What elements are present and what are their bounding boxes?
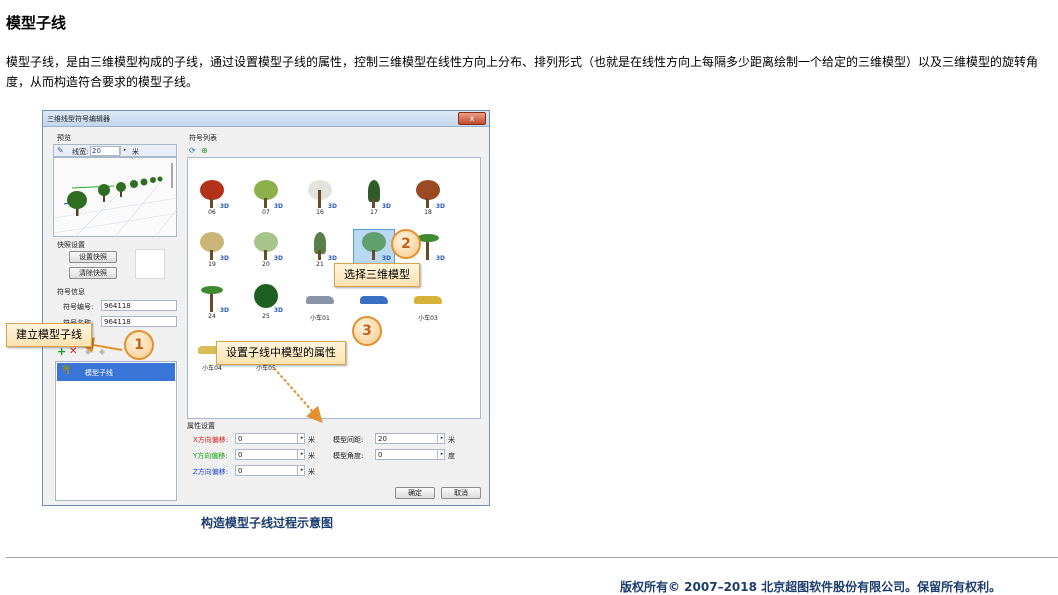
z-offset-label: Z方向偏移: [193,468,229,476]
move-up-icon[interactable]: ◆ [85,347,91,356]
callout-1-label: 建立模型子线 [6,323,92,347]
move-down-icon[interactable]: ◆ [99,347,105,356]
z-offset-input[interactable]: 0 [235,465,305,476]
linewidth-unit: 米 [132,148,139,156]
symbol-19[interactable]: 3D 19 [192,232,232,268]
list-item[interactable]: 🌴 模型子线 [57,363,175,381]
symbol-18[interactable]: 3D 18 [408,180,448,216]
x-offset-spin[interactable]: ▸ [297,434,306,443]
y-offset-spin[interactable]: ▸ [297,450,306,459]
delete-icon[interactable]: ✕ [69,346,77,357]
properties-header: 属性设置 [187,422,215,430]
y-offset-unit: 米 [308,452,315,460]
symbol-06[interactable]: 3D 06 [192,180,232,216]
x-offset-input[interactable]: 0 [235,433,305,444]
cancel-button[interactable]: 取消 [441,487,481,499]
angle-label: 模型角度: [333,452,364,460]
window-title: 三维线型符号编辑器 [47,115,110,123]
x-offset-label: X方向偏移: [193,436,229,444]
callout-3-label: 设置子线中模型的属性 [216,341,346,365]
copyright-footer: 版权所有© 2007–2018 北京超图软件股份有限公司。保留所有权利。 [620,580,1002,594]
symbol-24[interactable]: 3D 24 [192,284,232,320]
clear-snapshot-button[interactable]: 清除快照 [69,267,117,279]
callout-3-number: 3 [352,316,382,346]
y-offset-label: Y方向偏移: [193,452,228,460]
symbol-17[interactable]: 3D 17 [354,180,394,216]
subline-toolbar: + ✕ ◆ ◆ [55,345,135,359]
snapshot-preview [135,249,165,279]
symbol-name-input[interactable]: 964118 [101,316,177,327]
z-offset-unit: 米 [308,468,315,476]
add-symbol-icon[interactable]: ⊕ [201,146,208,155]
callout-1-number: 1 [124,330,154,360]
symbol-editor-window: 三维线型符号编辑器 x 预览 ✎ 线宽: 20 ▸ 米 快照设置 设置快照 清除… [42,110,490,506]
symbol-list-header: 符号列表 [189,134,217,142]
symbol-info-header: 符号信息 [57,288,85,296]
callout-2-number: 2 [391,229,421,259]
z-offset-spin[interactable]: ▸ [297,466,306,475]
linewidth-label: 线宽: [72,148,89,156]
refresh-icon[interactable]: ⟳ [189,146,196,155]
subline-list[interactable]: 🌴 模型子线 [55,361,177,501]
spacing-label: 模型间距: [333,436,364,444]
brush-icon[interactable]: ✎ [57,146,64,155]
close-button[interactable]: x [458,112,486,125]
model-subline-icon: 🌴 [61,365,73,375]
intro-paragraph: 模型子线，是由三维模型构成的子线，通过设置模型子线的属性，控制三维模型在线性方向… [6,55,1039,89]
angle-unit: 度 [448,452,455,460]
spacing-spin[interactable]: ▸ [437,434,446,443]
symbol-car02[interactable] [354,284,394,312]
y-offset-input[interactable]: 0 [235,449,305,460]
close-icon: x [469,114,475,123]
symbol-car01[interactable]: 小车01 [300,284,340,322]
preview-header: 预览 [57,134,71,142]
linewidth-spin[interactable]: ▸ [120,146,129,155]
callout-2-label: 选择三维模型 [334,263,420,287]
preview-view[interactable] [53,157,179,239]
linewidth-input[interactable]: 20 [90,146,120,156]
symbol-25[interactable]: 3D 25 [246,284,286,320]
angle-input[interactable]: 0 [375,449,445,460]
subline-item-label: 模型子线 [85,369,113,377]
x-offset-unit: 米 [308,436,315,444]
symbol-grid[interactable]: 3D 06 3D 07 3D 16 3D 17 3D 18 3D 19 3D 20 3D 21 … [187,157,481,419]
spacing-unit: 米 [448,436,455,444]
symbol-07[interactable]: 3D 07 [246,180,286,216]
window-titlebar: 三维线型符号编辑器 x [43,111,489,127]
set-snapshot-button[interactable]: 设置快照 [69,251,117,263]
angle-spin[interactable]: ▸ [437,450,446,459]
page-title: 模型子线 [6,14,67,32]
symbol-20[interactable]: 3D 20 [246,232,286,268]
figure-caption: 构造模型子线过程示意图 [200,516,333,530]
symbol-car03[interactable]: 小车03 [408,284,448,322]
snapshot-header: 快照设置 [57,241,85,249]
spacing-input[interactable]: 20 [375,433,445,444]
symbol-id-input[interactable]: 964118 [101,300,177,311]
symbol-id-label: 符号编号: [63,303,94,311]
preview-scene [53,163,179,239]
ok-button[interactable]: 确定 [395,487,435,499]
preview-toolbar: ✎ 线宽: 20 ▸ 米 [53,144,177,157]
divider [6,557,1058,558]
symbol-16[interactable]: 3D 16 [300,180,340,216]
